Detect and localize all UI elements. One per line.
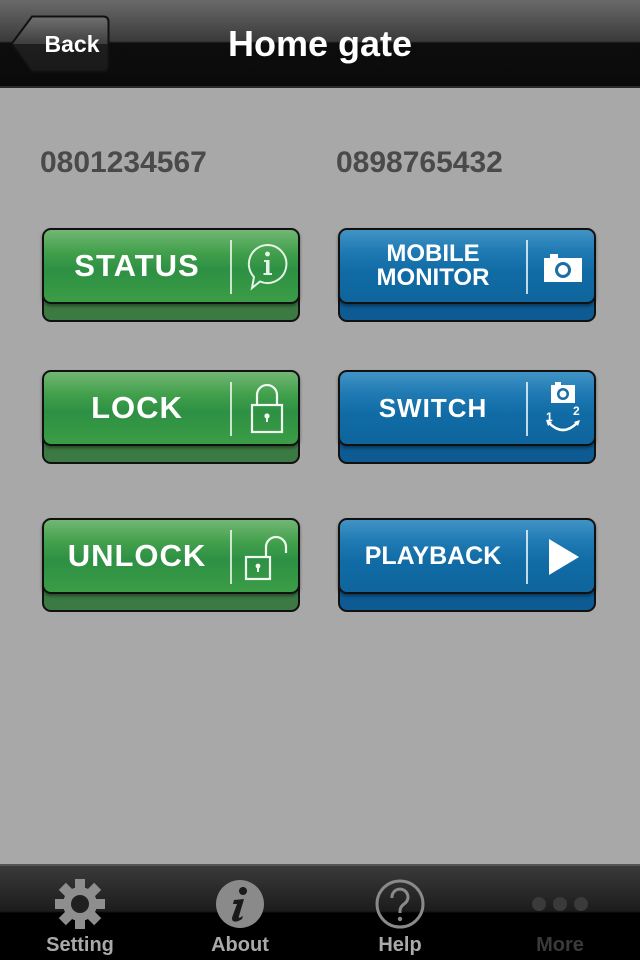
help-icon: [370, 876, 430, 932]
button-face: SWITCH 1 2: [338, 370, 596, 446]
status-button[interactable]: STATUS: [42, 228, 300, 322]
camera-icon: [532, 234, 594, 300]
tab-bar: Setting About Help More: [0, 864, 640, 960]
status-button-label: STATUS: [74, 248, 200, 283]
tab-setting[interactable]: Setting: [0, 866, 160, 960]
playback-button[interactable]: PLAYBACK: [338, 518, 596, 612]
button-face: UNLOCK: [42, 518, 300, 594]
camera-switch-icon: 1 2: [532, 376, 594, 442]
play-icon: [532, 524, 594, 590]
button-face: PLAYBACK: [338, 518, 596, 594]
phone-number-right: 0898765432: [336, 146, 503, 179]
lock-open-icon: [236, 524, 298, 590]
tab-help[interactable]: Help: [320, 866, 480, 960]
tab-help-label: Help: [378, 934, 422, 956]
back-button[interactable]: Back: [10, 15, 110, 73]
switch-icon-num-2: 2: [573, 404, 580, 418]
tab-setting-label: Setting: [46, 934, 114, 956]
info-bubble-icon: [236, 234, 298, 300]
unlock-button[interactable]: UNLOCK: [42, 518, 300, 612]
lock-closed-icon: [236, 376, 298, 442]
switch-button-label: SWITCH: [378, 393, 488, 423]
gear-icon: [50, 876, 110, 932]
mobile-monitor-button-label: MOBILE MONITOR: [340, 230, 526, 302]
tab-more[interactable]: More: [480, 866, 640, 960]
info-icon: [210, 876, 270, 932]
switch-button[interactable]: SWITCH 1 2: [338, 370, 596, 464]
more-icon: [530, 876, 590, 932]
mobile-monitor-label-line2: MONITOR: [376, 264, 490, 291]
button-face: MOBILE MONITOR: [338, 228, 596, 304]
phone-number-left: 0801234567: [40, 146, 207, 179]
button-face: STATUS: [42, 228, 300, 304]
button-divider: [230, 240, 232, 294]
button-divider: [526, 530, 528, 584]
tab-more-label: More: [536, 934, 584, 956]
back-button-label: Back: [44, 31, 100, 57]
button-divider: [526, 382, 528, 436]
button-divider: [230, 530, 232, 584]
button-divider: [526, 240, 528, 294]
lock-button-label: LOCK: [91, 390, 183, 425]
lock-button[interactable]: LOCK: [42, 370, 300, 464]
navigation-bar: Back Home gate: [0, 0, 640, 88]
switch-icon-num-1: 1: [546, 410, 553, 424]
button-divider: [230, 382, 232, 436]
mobile-monitor-label-line1: MOBILE: [386, 240, 480, 267]
playback-button-label: PLAYBACK: [364, 542, 502, 570]
tab-about[interactable]: About: [160, 866, 320, 960]
mobile-monitor-button[interactable]: MOBILE MONITOR: [338, 228, 596, 322]
tab-about-label: About: [211, 934, 269, 956]
unlock-button-label: UNLOCK: [67, 538, 207, 573]
button-face: LOCK: [42, 370, 300, 446]
